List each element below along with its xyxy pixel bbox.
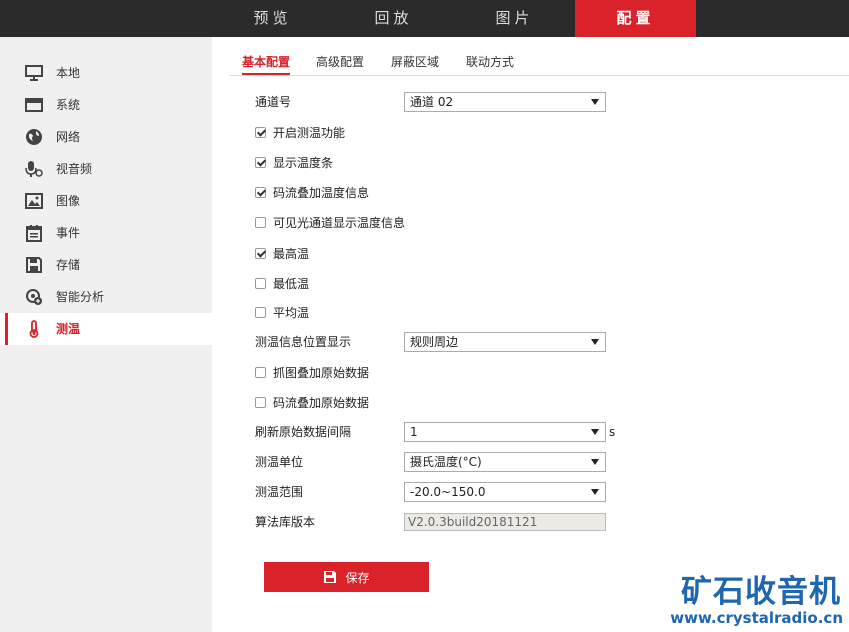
checkbox[interactable] <box>255 126 266 138</box>
top-navigation-bar: 预览 回放 图片 配置 <box>0 0 849 37</box>
save-button[interactable]: 保存 <box>264 562 429 592</box>
temp-range-value: -20.0~150.0 <box>410 485 486 499</box>
avg-temp-checkbox[interactable]: 平均温 <box>255 302 309 322</box>
checkbox-label: 码流叠加温度信息 <box>273 185 370 200</box>
tab-linkage-method[interactable]: 联动方式 <box>466 45 514 75</box>
checkbox[interactable] <box>255 186 266 198</box>
stream-overlay-temp-checkbox[interactable]: 码流叠加温度信息 <box>255 182 369 202</box>
main-tabs: 预览 回放 图片 配置 <box>212 0 696 37</box>
tab-preview[interactable]: 预览 <box>212 0 333 37</box>
stream-raw-data-checkbox[interactable]: 码流叠加原始数据 <box>255 392 369 412</box>
chevron-down-icon <box>591 489 599 495</box>
sidebar-item-label: 网络 <box>56 130 81 144</box>
checkbox[interactable] <box>255 156 266 168</box>
checkbox[interactable] <box>255 277 266 289</box>
temp-unit-select[interactable]: 摄氏温度(°C) <box>404 452 606 472</box>
floppy-icon <box>26 257 42 273</box>
microphone-icon <box>25 161 43 177</box>
algo-version-label: 算法库版本 <box>255 515 316 529</box>
floppy-icon <box>324 571 337 583</box>
sidebar-item-network[interactable]: 网络 <box>0 121 212 153</box>
checkbox-label: 抓图叠加原始数据 <box>273 365 370 380</box>
refresh-interval-label: 刷新原始数据间隔 <box>255 425 352 439</box>
sidebar-item-video-audio[interactable]: 视音频 <box>0 153 212 185</box>
chevron-down-icon <box>591 459 599 465</box>
watermark-title: 矿石收音机 <box>681 574 841 610</box>
tab-advanced-config[interactable]: 高级配置 <box>316 45 364 75</box>
checkbox[interactable] <box>255 396 266 408</box>
globe-icon <box>26 129 42 145</box>
watermark-url: www.crystalradio.cn <box>670 609 843 627</box>
sidebar-item-thermometry[interactable]: 测温 <box>0 313 212 345</box>
sidebar-item-label: 事件 <box>56 226 81 240</box>
refresh-interval-value: 1 <box>410 425 418 439</box>
visible-channel-temp-checkbox[interactable]: 可见光通道显示温度信息 <box>255 212 405 232</box>
checkbox-label: 显示温度条 <box>273 155 334 170</box>
sidebar-item-label: 视音频 <box>56 162 93 176</box>
window-icon <box>25 98 43 112</box>
image-icon <box>25 193 43 209</box>
channel-value: 通道 02 <box>410 95 454 109</box>
sidebar: 本地 系统 网络 视音频 图像 事件 存储 智能分析 测温 <box>0 37 212 632</box>
sidebar-item-label: 测温 <box>56 322 81 336</box>
sidebar-item-label: 智能分析 <box>56 290 105 304</box>
temp-unit-value: 摄氏温度(°C) <box>410 455 482 469</box>
sidebar-item-image[interactable]: 图像 <box>0 185 212 217</box>
checkbox-label: 最高温 <box>273 246 310 261</box>
checkbox-label: 可见光通道显示温度信息 <box>273 215 406 230</box>
min-temp-checkbox[interactable]: 最低温 <box>255 273 309 293</box>
checkbox-label: 开启测温功能 <box>273 125 346 140</box>
tab-mask-area[interactable]: 屏蔽区域 <box>391 45 439 75</box>
sub-tabs: 基本配置 高级配置 屏蔽区域 联动方式 <box>230 45 849 76</box>
max-temp-checkbox[interactable]: 最高温 <box>255 243 309 263</box>
info-position-value: 规则周边 <box>410 335 459 349</box>
analysis-icon <box>26 289 42 305</box>
sidebar-item-local[interactable]: 本地 <box>0 57 212 89</box>
calendar-icon <box>26 225 42 242</box>
enable-thermometry-checkbox[interactable]: 开启测温功能 <box>255 122 345 142</box>
refresh-unit: s <box>609 425 616 439</box>
checkbox-label: 最低温 <box>273 276 310 291</box>
temp-range-label: 测温范围 <box>255 485 304 499</box>
tab-playback[interactable]: 回放 <box>333 0 454 37</box>
snapshot-raw-data-checkbox[interactable]: 抓图叠加原始数据 <box>255 362 369 382</box>
checkbox[interactable] <box>255 366 266 378</box>
monitor-icon <box>25 65 43 81</box>
tab-basic-config[interactable]: 基本配置 <box>242 45 291 75</box>
tab-picture[interactable]: 图片 <box>454 0 575 37</box>
sidebar-item-label: 存储 <box>56 258 81 272</box>
channel-label: 通道号 <box>255 95 292 109</box>
chevron-down-icon <box>591 429 599 435</box>
refresh-interval-select[interactable]: 1 <box>404 422 606 442</box>
thermometer-icon <box>29 320 39 338</box>
chevron-down-icon <box>591 339 599 345</box>
info-position-select[interactable]: 规则周边 <box>404 332 606 352</box>
sidebar-item-label: 系统 <box>56 98 81 112</box>
checkbox[interactable] <box>255 247 266 259</box>
tab-configuration[interactable]: 配置 <box>575 0 696 37</box>
algo-version-field: V2.0.3build20181121 <box>404 513 606 531</box>
sidebar-item-system[interactable]: 系统 <box>0 89 212 121</box>
save-button-label: 保存 <box>345 570 370 585</box>
sidebar-item-storage[interactable]: 存储 <box>0 249 212 281</box>
checkbox[interactable] <box>255 216 266 228</box>
info-position-label: 测温信息位置显示 <box>255 335 352 349</box>
temp-range-select[interactable]: -20.0~150.0 <box>404 482 606 502</box>
checkbox[interactable] <box>255 306 266 318</box>
chevron-down-icon <box>591 99 599 105</box>
checkbox-label: 平均温 <box>273 305 310 320</box>
sidebar-item-event[interactable]: 事件 <box>0 217 212 249</box>
sidebar-item-label: 图像 <box>56 194 81 208</box>
temp-unit-label: 测温单位 <box>255 455 304 469</box>
sidebar-item-label: 本地 <box>56 66 81 80</box>
show-temp-bar-checkbox[interactable]: 显示温度条 <box>255 152 333 172</box>
checkbox-label: 码流叠加原始数据 <box>273 395 370 410</box>
sidebar-item-smart-analysis[interactable]: 智能分析 <box>0 281 212 313</box>
channel-select[interactable]: 通道 02 <box>404 92 606 112</box>
